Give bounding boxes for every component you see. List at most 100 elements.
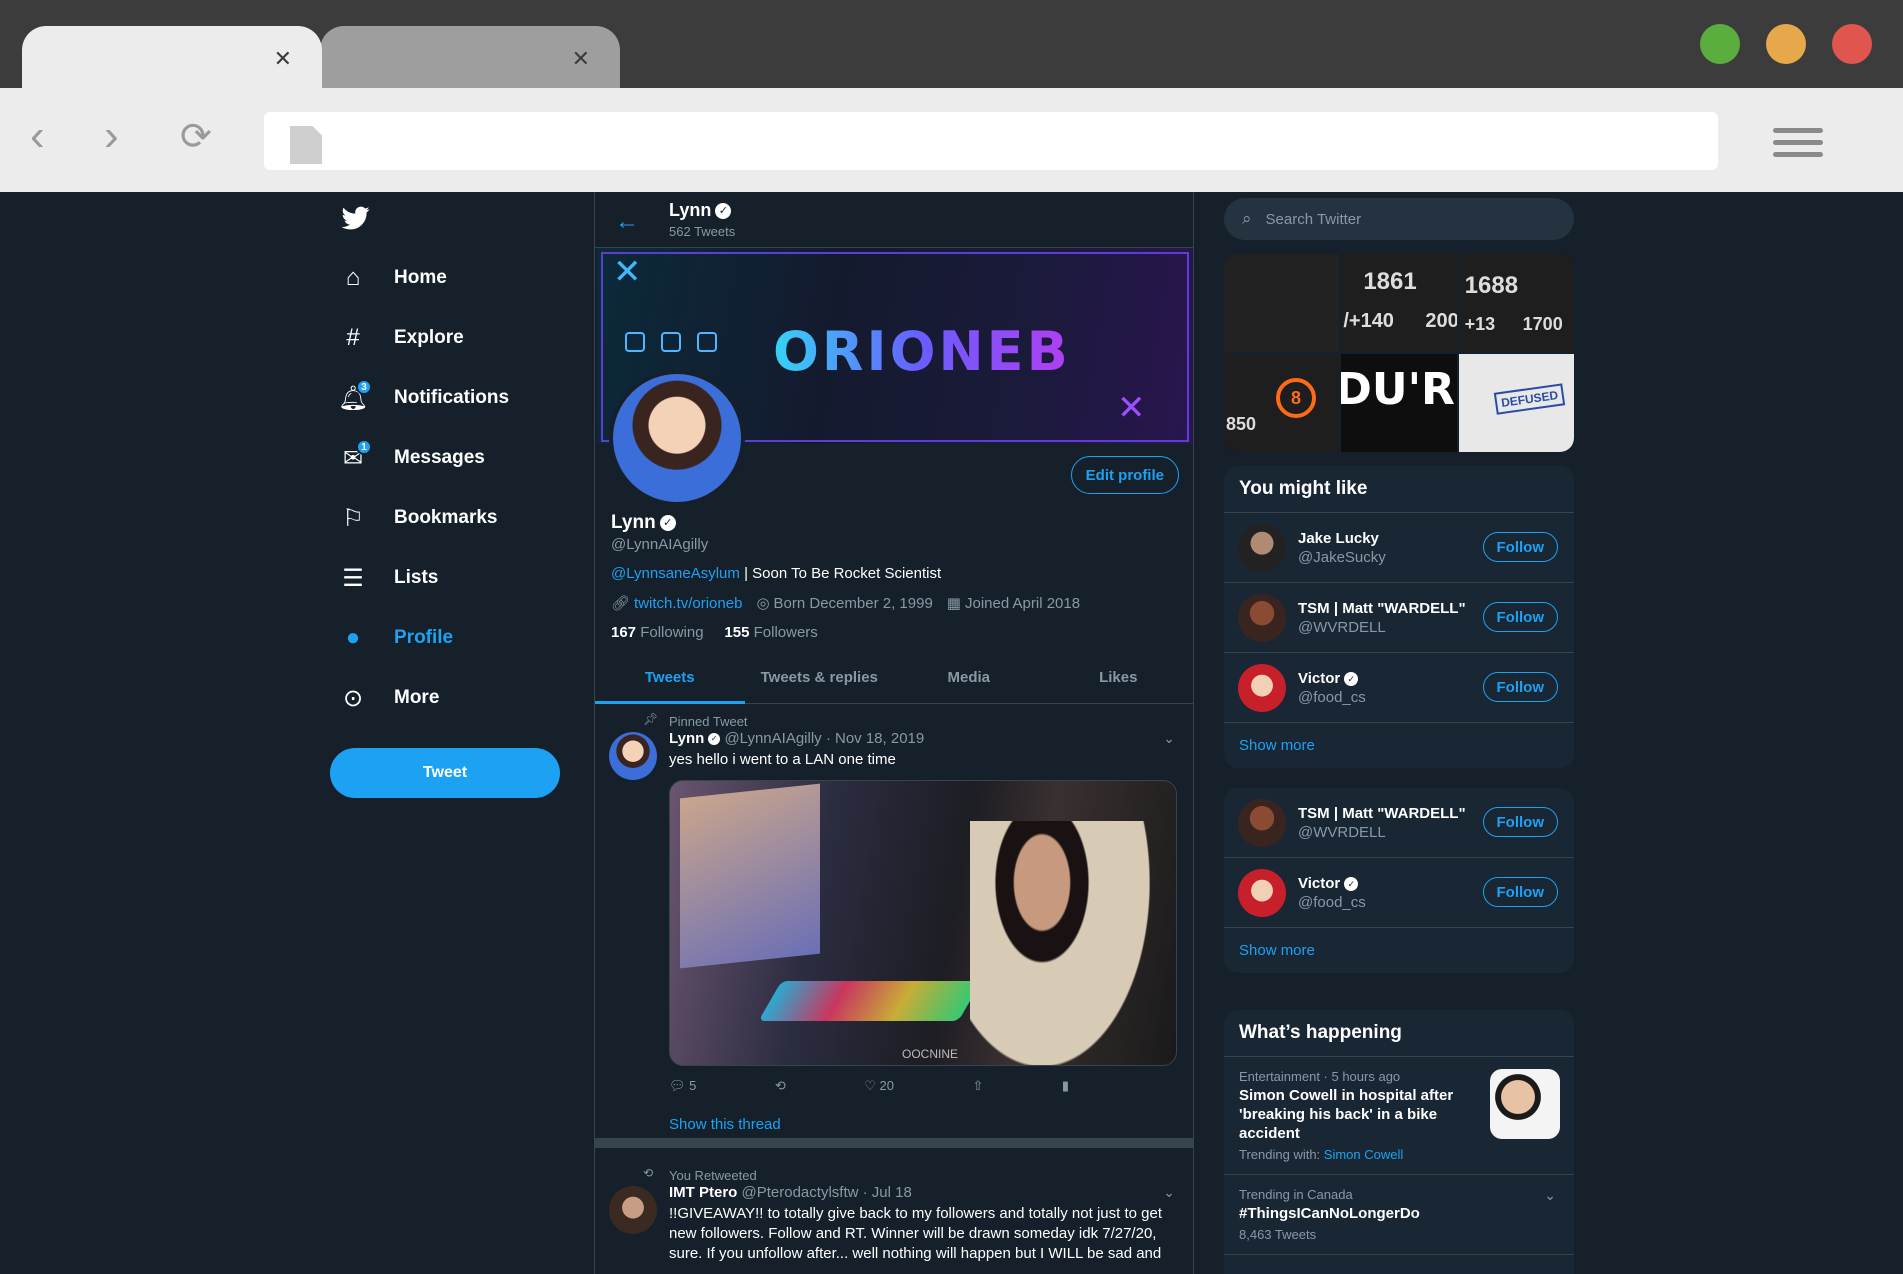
balloon-icon: ◎ xyxy=(756,595,770,612)
media-thumb-1[interactable] xyxy=(1224,254,1340,352)
score-ring: 8 xyxy=(1276,378,1316,418)
tweet-image[interactable]: OOCNINE xyxy=(669,780,1177,1066)
reload-icon[interactable]: ⟳ xyxy=(180,118,212,156)
tweet-context: Pinned Tweet xyxy=(669,714,748,729)
search-input[interactable] xyxy=(1265,210,1546,228)
media-grid[interactable]: 1861 /+140 200 1688 +13 1700 850 8 DU'RE IN D… xyxy=(1224,254,1574,452)
twitter-logo-icon[interactable] xyxy=(340,204,372,232)
suggested-user[interactable]: Victor ✓ @food_cs Follow xyxy=(1224,858,1574,928)
search-bar[interactable]: ⌕ xyxy=(1224,198,1574,240)
tab-likes[interactable]: Likes xyxy=(1044,652,1194,703)
show-more-link[interactable]: Show more xyxy=(1224,723,1574,768)
tweet-meta: @Pterodactylsftw · Jul 18 xyxy=(741,1184,912,1201)
follow-button[interactable]: Follow xyxy=(1482,807,1558,837)
tweet-avatar[interactable] xyxy=(609,732,657,780)
bio-mention-link[interactable]: @LynnsaneAsylum xyxy=(611,565,740,582)
profile-handle: @LynnAIAgilly xyxy=(611,536,709,553)
panel-title: You might like xyxy=(1224,466,1574,513)
follow-button[interactable]: Follow xyxy=(1482,877,1558,907)
like-button[interactable]: ♡ 20 xyxy=(864,1078,894,1094)
profile-avatar[interactable] xyxy=(609,370,745,506)
link-icon: 🔗︎ xyxy=(611,595,631,612)
nav-item-explore[interactable]: # Explore xyxy=(340,318,463,358)
following-link[interactable]: 167 Following xyxy=(611,624,704,641)
trend-meta: Trending in Canada xyxy=(1239,1187,1353,1202)
reply-button[interactable]: 💬︎ 5 xyxy=(669,1078,696,1094)
show-more-link[interactable]: Show more xyxy=(1224,928,1574,973)
show-thread-link[interactable]: Show this thread xyxy=(669,1116,781,1133)
tweet-author[interactable]: Lynn xyxy=(669,730,704,747)
suggested-user[interactable]: TSM | Matt "WARDELL" @WVRDELL Follow xyxy=(1224,583,1574,653)
media-thumb-6[interactable]: DEFUSED xyxy=(1458,354,1574,452)
menu-icon[interactable] xyxy=(1773,128,1823,164)
retweet-button[interactable]: ⟲ xyxy=(775,1078,786,1094)
nav-item-notifications[interactable]: 🔔︎ 3 Notifications xyxy=(338,378,509,418)
suggested-user[interactable]: Victor ✓ @food_cs Follow xyxy=(1224,653,1574,723)
address-bar[interactable] xyxy=(264,112,1718,170)
trend-item[interactable]: Entertainment · 5 hours ago Simon Cowell… xyxy=(1224,1057,1574,1175)
website-link[interactable]: twitch.tv/orioneb xyxy=(634,595,742,612)
browser-toolbar: ‹ › ⟳ xyxy=(0,88,1903,192)
media-thumb-3[interactable]: 1688 +13 1700 xyxy=(1458,254,1574,352)
close-window-button[interactable] xyxy=(1832,24,1872,64)
minimize-button[interactable] xyxy=(1766,24,1806,64)
close-tab-icon[interactable]: ✕ xyxy=(572,46,590,72)
user-name[interactable]: TSM | Matt "WARDELL" xyxy=(1298,805,1468,822)
user-name[interactable]: TSM | Matt "WARDELL" xyxy=(1298,600,1468,617)
share-icon: ⇧ xyxy=(972,1078,984,1093)
user-avatar[interactable] xyxy=(1238,524,1286,572)
nav-item-profile[interactable]: ● Profile xyxy=(340,618,453,658)
nav-item-lists[interactable]: ☰ Lists xyxy=(340,558,438,598)
nav-item-bookmarks[interactable]: ⚐ Bookmarks xyxy=(340,498,497,538)
follow-button[interactable]: Follow xyxy=(1482,602,1558,632)
media-thumb-2[interactable]: 1861 /+140 200 xyxy=(1341,254,1457,352)
tweet[interactable]: 📌︎ Pinned Tweet Lynn ✓ @LynnAIAgilly · No… xyxy=(595,706,1193,1148)
nav-label: Messages xyxy=(394,447,485,468)
browser-tab-inactive[interactable]: ✕ xyxy=(320,26,620,88)
chevron-down-icon[interactable]: ⌄ xyxy=(1163,1184,1175,1201)
user-avatar[interactable] xyxy=(1238,594,1286,642)
followers-link[interactable]: 155 Followers xyxy=(724,624,817,641)
trend-item[interactable]: Trending in Canada #ThingsICanNoLongerDo… xyxy=(1224,1175,1574,1255)
monitor-shape xyxy=(680,783,820,969)
trend-thumbnail[interactable] xyxy=(1490,1069,1560,1139)
tweet-author[interactable]: IMT Ptero xyxy=(669,1184,737,1201)
user-avatar[interactable] xyxy=(1238,799,1286,847)
tab-media[interactable]: Media xyxy=(894,652,1044,703)
edit-profile-button[interactable]: Edit profile xyxy=(1070,456,1179,494)
trend-related-link[interactable]: Simon Cowell xyxy=(1324,1147,1403,1162)
share-button[interactable]: ⇧ xyxy=(972,1078,983,1094)
back-icon[interactable]: ‹ xyxy=(30,114,45,158)
suggested-user[interactable]: Jake Lucky @JakeSucky Follow xyxy=(1224,513,1574,583)
nav-label: More xyxy=(394,687,440,708)
chevron-down-icon[interactable]: ⌄ xyxy=(1163,730,1175,747)
forward-icon[interactable]: › xyxy=(104,114,119,158)
user-name[interactable]: Victor ✓ xyxy=(1298,670,1468,687)
suggested-user[interactable]: TSM | Matt "WARDELL" @WVRDELL Follow xyxy=(1224,788,1574,858)
tweet-button[interactable]: Tweet xyxy=(330,748,560,798)
close-tab-icon[interactable]: ✕ xyxy=(274,46,292,72)
follow-button[interactable]: Follow xyxy=(1482,532,1558,562)
chevron-down-icon[interactable]: ⌄ xyxy=(1544,1187,1556,1204)
user-avatar[interactable] xyxy=(1238,869,1286,917)
back-arrow-icon[interactable]: ← xyxy=(615,208,639,236)
user-name[interactable]: Jake Lucky xyxy=(1298,530,1468,547)
heart-icon: ♡ xyxy=(864,1078,876,1093)
browser-tab-active[interactable]: ✕ xyxy=(22,26,322,88)
tab-tweets[interactable]: Tweets xyxy=(595,652,745,704)
tab-tweets-replies[interactable]: Tweets & replies xyxy=(745,652,895,703)
analytics-button[interactable]: ▮ xyxy=(1062,1078,1069,1094)
tweet-actions: 💬︎ 5 ⟲ ♡ 20 ⇧ ▮ xyxy=(669,1078,1069,1094)
nav-item-messages[interactable]: ✉ 1 Messages xyxy=(340,438,485,478)
nav-item-home[interactable]: ⌂ Home xyxy=(340,258,447,298)
tweet[interactable]: ⟲ You Retweeted IMT Ptero @Pterodactylsf… xyxy=(595,1160,1193,1274)
follow-button[interactable]: Follow xyxy=(1482,672,1558,702)
user-avatar[interactable] xyxy=(1238,664,1286,712)
birth-date: Born December 2, 1999 xyxy=(773,595,933,612)
maximize-button[interactable] xyxy=(1700,24,1740,64)
media-thumb-5[interactable]: DU'RE IN xyxy=(1341,354,1457,452)
user-name[interactable]: Victor ✓ xyxy=(1298,875,1468,892)
media-thumb-4[interactable]: 850 8 xyxy=(1224,354,1340,452)
nav-item-more[interactable]: ⊙ More xyxy=(340,678,439,718)
tweet-avatar[interactable] xyxy=(609,1186,657,1234)
